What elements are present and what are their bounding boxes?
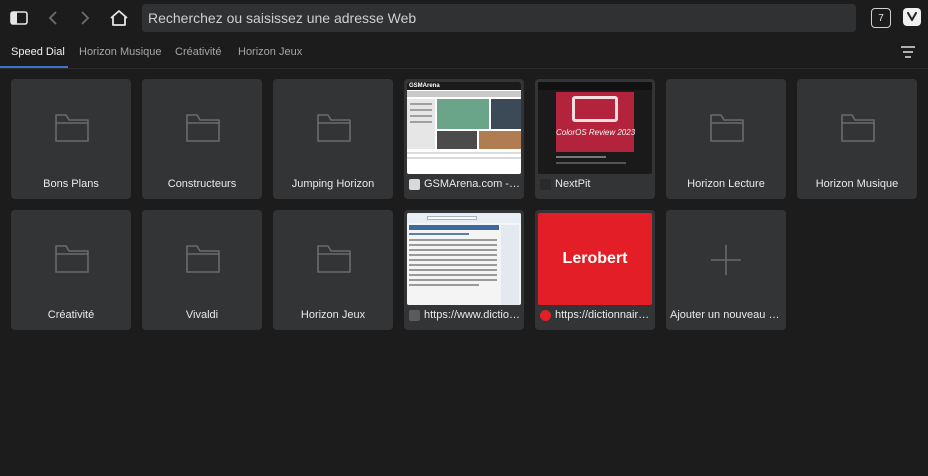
folder-icon bbox=[186, 114, 220, 142]
speed-dial-folder-jumping-horizon[interactable]: Jumping Horizon bbox=[273, 79, 393, 199]
home-icon bbox=[110, 10, 128, 26]
speed-dial-folder-horizon-jeux[interactable]: Horizon Jeux bbox=[273, 210, 393, 330]
gsmarena-logo-text: GSMArena bbox=[409, 83, 440, 89]
tile-label: Constructeurs bbox=[167, 178, 237, 190]
dictionnaire-favicon-icon bbox=[409, 310, 420, 321]
tile-label: https://dictionnaire.... bbox=[555, 309, 651, 321]
forward-button[interactable] bbox=[72, 5, 98, 31]
tile-label: Vivaldi bbox=[185, 309, 219, 321]
folder-icon bbox=[841, 114, 875, 142]
lerobert-favicon-icon bbox=[540, 310, 551, 321]
speed-dial-site-dictionnaire-1[interactable]: https://www.diction... bbox=[404, 210, 524, 330]
speed-dial-site-lerobert[interactable]: Lerobert https://dictionnaire.... bbox=[535, 210, 655, 330]
panel-toggle-button[interactable] bbox=[6, 5, 32, 31]
speed-dial-folder-vivaldi[interactable]: Vivaldi bbox=[142, 210, 262, 330]
folder-icon bbox=[55, 245, 89, 273]
back-button[interactable] bbox=[40, 5, 66, 31]
browser-toolbar: 7 bbox=[0, 0, 928, 36]
chevron-left-icon bbox=[48, 11, 57, 25]
nextpit-banner-text: ColorOS Review 2023 bbox=[556, 128, 636, 137]
speed-dial-site-gsmarena[interactable]: GSMArena GSMArena.com - m... bbox=[404, 79, 524, 199]
folder-icon bbox=[317, 114, 351, 142]
tile-label: Ajouter un nouveau Spe... bbox=[670, 309, 786, 321]
sort-menu-icon bbox=[901, 46, 915, 58]
folder-icon bbox=[710, 114, 744, 142]
site-thumbnail: ColorOS Review 2023 bbox=[538, 82, 652, 174]
folder-icon bbox=[55, 114, 89, 142]
site-thumbnail bbox=[407, 213, 521, 305]
gsmarena-favicon-icon bbox=[409, 179, 420, 190]
tile-label: Horizon Lecture bbox=[687, 178, 765, 190]
tile-label: Horizon Musique bbox=[815, 178, 899, 190]
add-speed-dial-button[interactable]: Ajouter un nouveau Spe... bbox=[666, 210, 786, 330]
speed-dial-folder-bons-plans[interactable]: Bons Plans bbox=[11, 79, 131, 199]
speed-dial-tabs: Speed Dial Horizon Musique Créativité Ho… bbox=[0, 36, 928, 69]
plus-icon bbox=[711, 245, 741, 275]
vivaldi-logo-icon bbox=[907, 12, 917, 21]
chevron-right-icon bbox=[81, 11, 90, 25]
home-button[interactable] bbox=[106, 5, 132, 31]
site-thumbnail: GSMArena bbox=[407, 82, 521, 174]
tile-label: NextPit bbox=[555, 178, 591, 190]
active-tab-indicator bbox=[0, 66, 68, 68]
tile-label: Horizon Jeux bbox=[300, 309, 366, 321]
address-input[interactable] bbox=[148, 4, 848, 32]
speed-dial-folder-horizon-musique[interactable]: Horizon Musique bbox=[797, 79, 917, 199]
nextpit-favicon-icon bbox=[540, 179, 551, 190]
speed-dial-folder-constructeurs[interactable]: Constructeurs bbox=[142, 79, 262, 199]
lerobert-logo-text: Lerobert bbox=[562, 250, 628, 267]
tile-label: Jumping Horizon bbox=[291, 178, 375, 190]
site-thumbnail: Lerobert bbox=[538, 213, 652, 305]
tab-horizon-jeux[interactable]: Horizon Jeux bbox=[238, 36, 302, 68]
folder-icon bbox=[317, 245, 351, 273]
speed-dial-options-button[interactable] bbox=[900, 45, 916, 59]
speed-dial-site-nextpit[interactable]: ColorOS Review 2023 NextPit bbox=[535, 79, 655, 199]
tab-speed-dial[interactable]: Speed Dial bbox=[11, 36, 65, 68]
tile-label: Créativité bbox=[47, 309, 95, 321]
tab-creativite[interactable]: Créativité bbox=[175, 36, 221, 68]
tile-label: Bons Plans bbox=[43, 178, 99, 190]
sidebar-panel-icon bbox=[10, 11, 28, 25]
tab-count-button[interactable]: 7 bbox=[871, 8, 891, 28]
address-bar bbox=[142, 4, 856, 32]
speed-dial-folder-creativite[interactable]: Créativité bbox=[11, 210, 131, 330]
folder-icon bbox=[186, 245, 220, 273]
tile-label: GSMArena.com - m... bbox=[424, 178, 520, 190]
speed-dial-folder-horizon-lecture[interactable]: Horizon Lecture bbox=[666, 79, 786, 199]
tile-label: https://www.diction... bbox=[424, 309, 520, 321]
tab-horizon-musique[interactable]: Horizon Musique bbox=[79, 36, 162, 68]
vivaldi-menu-button[interactable] bbox=[903, 8, 921, 26]
